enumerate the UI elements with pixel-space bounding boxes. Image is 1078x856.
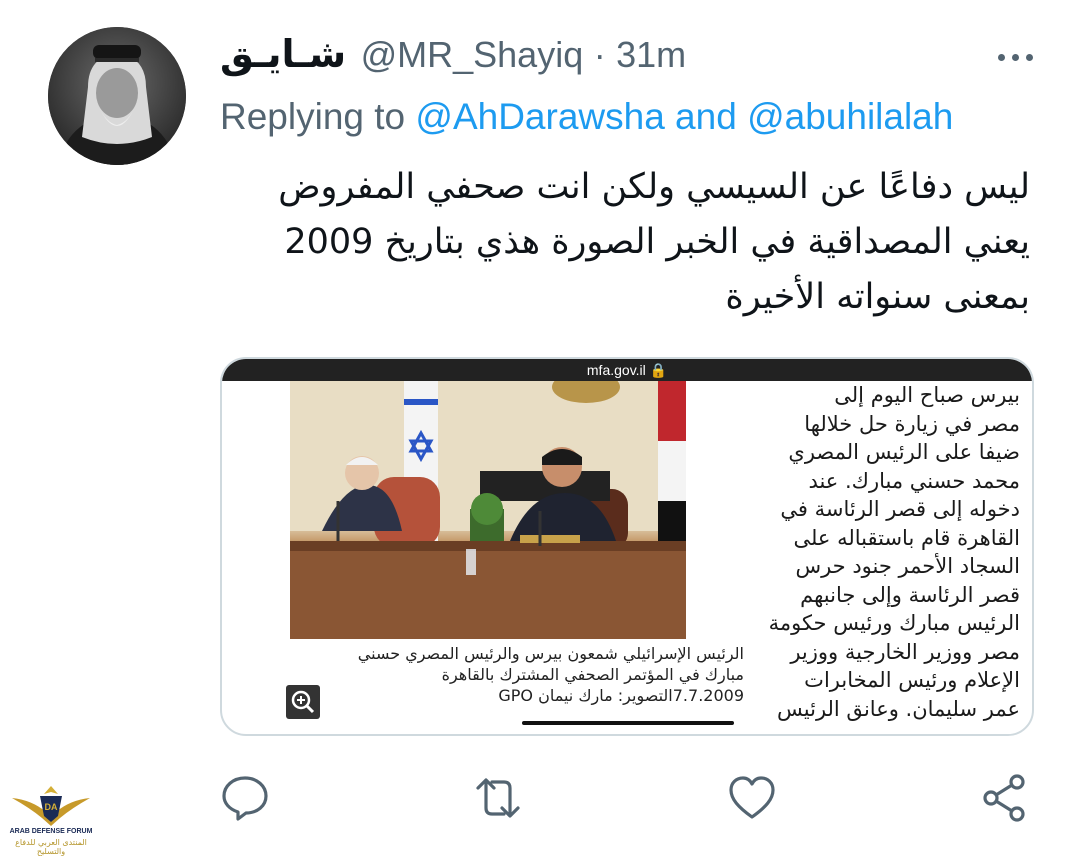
like-icon[interactable] — [724, 770, 780, 826]
article-line: الإعلام ورئيس المخابرات — [804, 668, 1020, 692]
avatar[interactable] — [48, 27, 186, 165]
article-line: محمد حسني مبارك. عند — [808, 468, 1020, 493]
article-line: مصر في زيارة حل خلالها — [804, 411, 1020, 436]
tweet-header: شـايـق @MR_Shayiq · 31m — [220, 32, 1038, 82]
article-line: بيرس صباح اليوم إلى — [834, 383, 1020, 407]
article-line: مصر ووزير الخارجية ووزير — [790, 639, 1020, 664]
caption-line: 7.7.2009التصوير: مارك نيمان GPO — [498, 686, 744, 705]
watermark-arabic: المنتدى العربي للدفاع والتسليح — [15, 838, 87, 856]
retweet-icon[interactable] — [470, 770, 526, 826]
avatar-portrait-image — [48, 27, 186, 165]
replying-prefix: Replying to — [220, 96, 406, 137]
timestamp[interactable]: 31m — [616, 34, 686, 75]
press-conference-photo — [290, 381, 686, 639]
article-line: الرئيس مبارك ورئيس حكومة — [768, 611, 1020, 635]
article-text: بيرس صباح اليوم إلى مصر في زيارة حل خلال… — [720, 381, 1020, 723]
logo-monogram: DA — [45, 802, 58, 812]
article-line: القاهرة قام باستقباله على — [793, 525, 1020, 550]
article-line: قصر الرئاسة وإلى جانبهم — [800, 582, 1020, 607]
article-line: عمر سليمان. وعانق الرئيس — [776, 696, 1020, 721]
eagle-logo-icon: DA — [12, 786, 90, 826]
caption-line: مبارك في المؤتمر الصحفي المشترك بالقاهرة — [441, 665, 744, 684]
replying-to-users-link[interactable]: @AhDarawsha and @abuhilalah — [415, 96, 953, 137]
article-line: ضيفا على الرئيس المصري — [788, 440, 1020, 464]
arab-defense-forum-logo: DA ARAB DEFENSE FORUM المنتدى العربي للد… — [6, 782, 96, 856]
tweet-text-line: ليس دفاعًا عن السيسي ولكن انت صحفي المفر… — [278, 167, 1030, 207]
article-line: دخوله إلى قصر الرئاسة في — [780, 497, 1020, 521]
scroll-indicator — [522, 721, 734, 725]
tweet-text-line: بمعنى سنواته الأخيرة — [725, 277, 1030, 317]
watermark-english: ARAB DEFENSE FORUM — [9, 828, 93, 835]
display-name[interactable]: شـايـق — [220, 34, 346, 76]
article-line: السجاد الأحمر جنود حرس — [795, 554, 1020, 578]
browser-url-bar: mfa.gov.il 🔒 — [222, 359, 1032, 381]
tweet-text: ليس دفاعًا عن السيسي ولكن انت صحفي المفر… — [220, 160, 1030, 325]
separator-dot: · — [593, 34, 606, 75]
share-icon[interactable] — [977, 770, 1033, 826]
caption-line: الرئيس الإسرائيلي شمعون بيرس والرئيس الم… — [357, 644, 744, 663]
tweet-media-image[interactable]: mfa.gov.il 🔒 بيرس صباح اليوم إلى مصر في … — [220, 357, 1034, 736]
photo-caption: الرئيس الإسرائيلي شمعون بيرس والرئيس الم… — [284, 643, 744, 706]
zoom-in-icon[interactable] — [286, 685, 320, 719]
replying-to: Replying to @AhDarawsha and @abuhilalah — [220, 96, 953, 138]
tweet-text-line: يعني المصداقية في الخبر الصورة هذي بتاري… — [284, 222, 1030, 262]
user-handle[interactable]: @MR_Shayiq — [361, 34, 584, 75]
photo-illustration — [290, 381, 686, 639]
reply-icon[interactable] — [217, 770, 273, 826]
more-options-icon[interactable] — [994, 36, 1038, 76]
tweet-actions — [0, 770, 1078, 826]
egypt-flag — [658, 381, 686, 561]
